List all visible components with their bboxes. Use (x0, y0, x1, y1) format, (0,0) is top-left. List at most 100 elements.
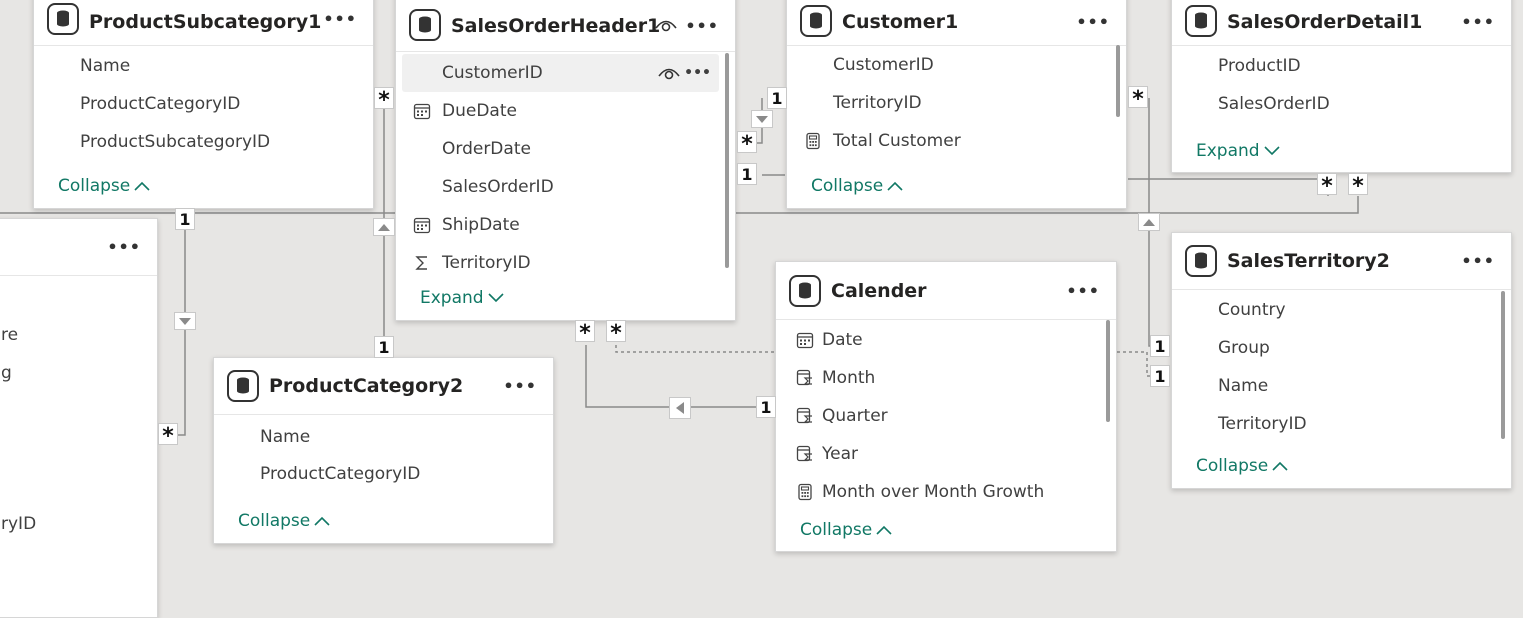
collapse-button[interactable]: Collapse (811, 176, 903, 196)
field-item[interactable]: ProductCategoryID (220, 455, 537, 493)
more-options-icon[interactable]: ••• (685, 17, 719, 36)
field-item[interactable]: Name (1178, 367, 1495, 405)
field-label: TerritoryID (1218, 414, 1307, 434)
cardinality-one: 1 (1150, 335, 1170, 357)
table-card-sales-order-detail1[interactable]: SalesOrderDetail1 ••• ProductID SalesOrd… (1171, 0, 1512, 173)
eye-icon[interactable] (657, 64, 681, 82)
model-canvas[interactable]: ••• re g ryID ProductSubcategory1 ••• Na… (0, 0, 1523, 618)
field-item[interactable]: TerritoryID (793, 84, 1110, 122)
field-item[interactable]: ryID (0, 505, 141, 543)
table-card-product-category2[interactable]: ProductCategory2 ••• Name ProductCategor… (213, 357, 554, 544)
field-label: CustomerID (833, 55, 934, 75)
cardinality-one: 1 (175, 208, 195, 230)
field-label: Quarter (822, 406, 888, 426)
expand-button[interactable]: Expand (1196, 141, 1280, 161)
calendar-icon (796, 332, 814, 349)
calculator-icon (798, 483, 812, 501)
expand-button[interactable]: Expand (420, 288, 504, 308)
field-item[interactable]: ShipDate (402, 206, 719, 244)
chevron-up-icon (887, 181, 903, 191)
field-item[interactable]: SalesOrderID (1178, 85, 1495, 123)
inactive-relationship-line (615, 345, 776, 353)
field-label: Date (822, 330, 863, 350)
card-header: ProductSubcategory1 ••• (34, 0, 373, 46)
scrollbar[interactable] (725, 53, 729, 268)
field-label: Group (1218, 338, 1270, 358)
field-item[interactable]: TerritoryID (402, 244, 719, 282)
field-item[interactable]: Group (1178, 329, 1495, 367)
field-item[interactable]: Date (776, 321, 1100, 359)
more-options-icon[interactable]: ••• (1066, 281, 1100, 300)
collapse-button[interactable]: Collapse (1196, 456, 1288, 476)
field-item[interactable]: ProductID (1178, 47, 1495, 85)
field-item[interactable]: Name (220, 418, 537, 456)
more-options-icon[interactable]: ••• (503, 377, 537, 396)
cardinality-one: 1 (737, 163, 757, 185)
eye-icon[interactable] (654, 16, 678, 34)
field-item[interactable]: TerritoryID (1178, 405, 1495, 443)
field-item[interactable]: CustomerID (793, 46, 1110, 84)
table-card-sales-territory2[interactable]: SalesTerritory2 ••• Country Group Name T… (1171, 232, 1512, 489)
more-options-icon[interactable]: ••• (323, 10, 357, 29)
field-item[interactable]: DueDate (402, 92, 719, 130)
table-icon (409, 9, 441, 41)
cardinality-many: * (1348, 173, 1368, 199)
chevron-up-icon (314, 516, 330, 526)
table-card-sales-order-header1[interactable]: SalesOrderHeader1 ••• CustomerID ••• Due… (395, 0, 736, 321)
field-item[interactable]: Country (1178, 291, 1495, 329)
field-item[interactable]: Quarter (776, 397, 1100, 435)
collapse-button[interactable]: Collapse (800, 520, 892, 540)
scrollbar[interactable] (1106, 320, 1110, 422)
cardinality-one: 1 (374, 336, 394, 358)
chevron-up-icon (134, 181, 150, 191)
cardinality-one: 1 (767, 87, 787, 109)
field-item[interactable]: Name (40, 47, 357, 85)
filter-direction-down-icon (751, 110, 773, 128)
filter-direction-down-icon (174, 312, 196, 330)
calculator-icon (806, 132, 820, 150)
field-item[interactable]: re (0, 316, 141, 354)
table-title: ProductCategory2 (269, 375, 464, 397)
field-item[interactable]: ProductCategoryID (40, 85, 357, 123)
relationship-line (1128, 178, 1329, 196)
field-item[interactable]: Month over Month Growth (776, 473, 1100, 511)
more-options-icon[interactable]: ••• (107, 238, 141, 257)
more-options-icon[interactable]: ••• (1461, 252, 1495, 271)
table-card-product-subcategory1[interactable]: ProductSubcategory1 ••• Name ProductCate… (33, 0, 374, 209)
field-label: TerritoryID (442, 253, 531, 273)
field-item[interactable]: CustomerID ••• (402, 54, 719, 92)
field-item[interactable]: g (0, 354, 141, 392)
table-card-left-partial[interactable]: ••• re g ryID (0, 218, 158, 618)
toggle-label: Collapse (1196, 456, 1269, 476)
table-card-calender[interactable]: Calender ••• Date Month Quarter Year Mon… (775, 261, 1117, 552)
more-options-icon[interactable]: ••• (1076, 12, 1110, 31)
sigma-icon (415, 256, 427, 270)
scrollbar[interactable] (1501, 291, 1505, 439)
field-label: re (1, 325, 19, 345)
scrollbar[interactable] (1116, 45, 1120, 117)
collapse-button[interactable]: Collapse (58, 176, 150, 196)
cardinality-many: * (1317, 173, 1337, 199)
field-item[interactable]: ProductSubcategoryID (40, 123, 357, 161)
filter-direction-up-icon (1138, 213, 1160, 231)
more-options-icon[interactable]: ••• (1461, 12, 1495, 31)
field-item[interactable]: Total Customer (793, 122, 1110, 160)
field-label: DueDate (442, 101, 517, 121)
more-options-icon[interactable]: ••• (684, 65, 711, 81)
field-item[interactable]: SalesOrderID (402, 168, 719, 206)
cardinality-many: * (575, 320, 595, 346)
field-label: ProductID (1218, 56, 1301, 76)
table-title: Customer1 (842, 10, 959, 33)
table-card-customer1[interactable]: Customer1 ••• CustomerID TerritoryID Tot… (786, 0, 1127, 209)
table-icon (47, 3, 79, 35)
field-item[interactable]: Month (776, 359, 1100, 397)
field-label: ProductCategoryID (80, 94, 241, 114)
field-item[interactable]: OrderDate (402, 130, 719, 168)
collapse-button[interactable]: Collapse (238, 511, 330, 531)
field-item[interactable]: Year (776, 435, 1100, 473)
chevron-down-icon (488, 293, 504, 303)
field-label: TerritoryID (833, 93, 922, 113)
table-title: SalesOrderHeader1 (451, 15, 661, 38)
field-label: Name (80, 56, 131, 76)
card-header: Customer1 ••• (787, 0, 1126, 46)
